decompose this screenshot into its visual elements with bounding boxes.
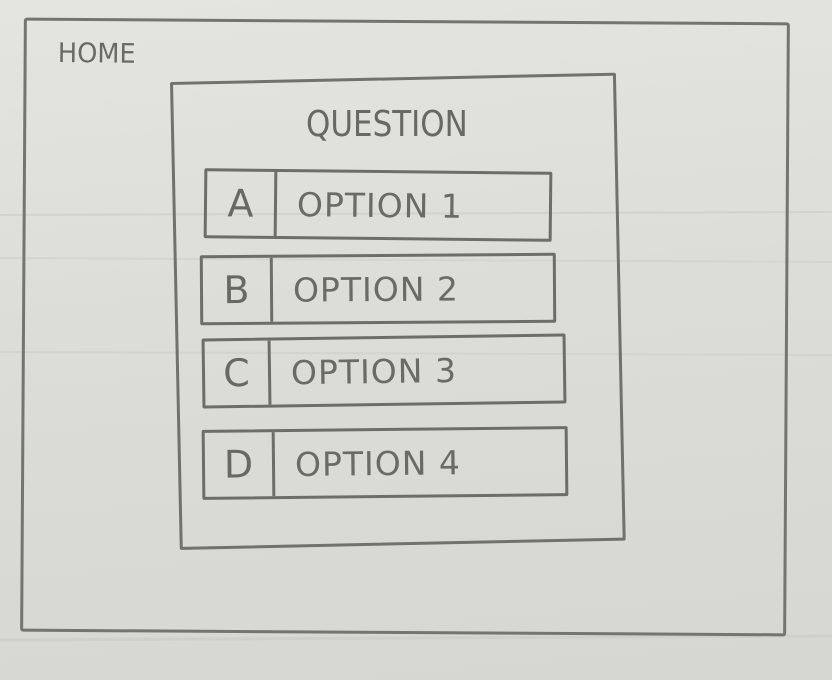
option-b-button[interactable]: B OPTION 2 [199,252,557,326]
option-letter: D [204,432,276,497]
option-label: OPTION 2 [292,268,460,310]
option-a-button[interactable]: A OPTION 1 [203,168,553,242]
option-letter: A [206,171,278,236]
option-letter: C [204,340,272,406]
home-link[interactable]: HOME [58,38,136,70]
option-label: OPTION 1 [296,184,464,226]
option-letter: B [202,257,274,323]
option-c-button[interactable]: C OPTION 3 [201,333,567,409]
option-label: OPTION 3 [290,350,458,392]
option-label: OPTION 4 [294,442,462,484]
question-title: QUESTION [306,104,468,145]
option-d-button[interactable]: D OPTION 4 [201,426,569,500]
